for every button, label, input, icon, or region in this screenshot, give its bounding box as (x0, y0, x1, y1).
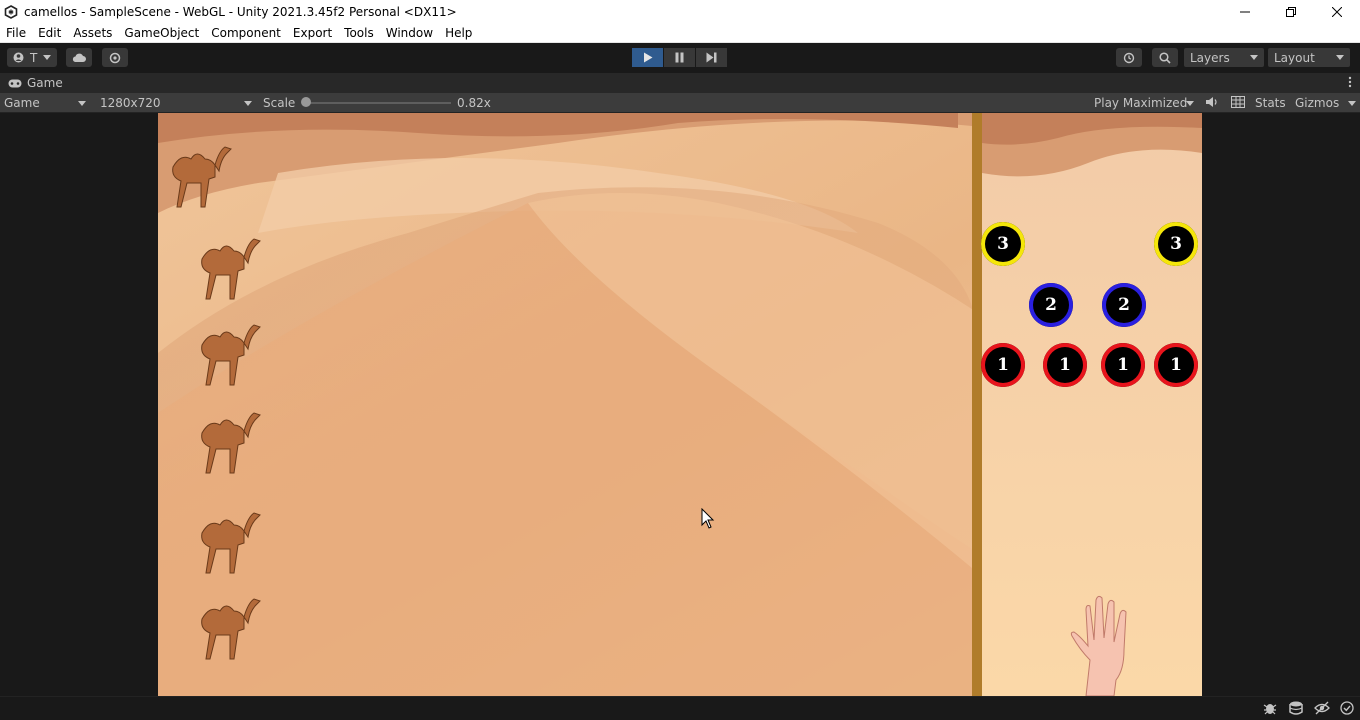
history-icon (1123, 52, 1135, 64)
token-number: 2 (1045, 295, 1057, 315)
menu-assets[interactable]: Assets (67, 26, 118, 40)
mute-audio-icon[interactable] (1205, 96, 1219, 108)
title-bar: camellos - SampleScene - WebGL - Unity 2… (0, 0, 1360, 23)
token-1[interactable]: 1 (1154, 343, 1198, 387)
token-number: 3 (997, 234, 1009, 254)
camel-icon (201, 324, 261, 386)
mouse-cursor-icon (701, 508, 715, 529)
menu-gameobject[interactable]: GameObject (118, 26, 205, 40)
scale-value: 0.82x (457, 96, 491, 110)
token-number: 3 (1170, 234, 1182, 254)
token-1[interactable]: 1 (981, 343, 1025, 387)
token-1[interactable]: 1 (1101, 343, 1145, 387)
display-label: Game (4, 96, 40, 110)
resolution-dropdown[interactable]: 1280x720 (96, 94, 256, 112)
play-controls (632, 48, 727, 67)
token-number: 1 (1170, 355, 1182, 375)
close-button[interactable] (1314, 0, 1360, 23)
bug-icon[interactable] (1262, 701, 1278, 715)
play-mode-dropdown[interactable]: Play Maximized (1090, 94, 1198, 112)
tab-game[interactable]: Game (0, 73, 63, 93)
menu-export[interactable]: Export (287, 26, 338, 40)
play-icon (643, 52, 653, 63)
chevron-down-icon (78, 101, 86, 106)
scale-slider-handle[interactable] (301, 97, 311, 107)
menu-edit[interactable]: Edit (32, 26, 67, 40)
account-dropdown[interactable]: T (7, 48, 57, 67)
chevron-down-icon (1186, 101, 1194, 106)
token-3[interactable]: 3 (1154, 222, 1198, 266)
camel-icon (201, 512, 261, 574)
search-icon (1159, 51, 1171, 64)
chevron-down-icon (244, 101, 252, 106)
more-options-icon[interactable] (1348, 76, 1352, 91)
menu-bar: File Edit Assets GameObject Component Ex… (0, 23, 1360, 43)
camel-icon (201, 238, 261, 300)
hand-icon (1070, 595, 1127, 696)
menu-help[interactable]: Help (439, 26, 478, 40)
token-2[interactable]: 2 (1029, 283, 1073, 327)
database-icon[interactable] (1288, 701, 1304, 715)
camel-icon (172, 146, 232, 208)
menu-file[interactable]: File (0, 26, 32, 40)
stats-toggle[interactable]: Stats (1255, 96, 1286, 110)
unity-logo-icon (4, 4, 18, 19)
chevron-down-icon (43, 55, 52, 60)
gear-icon (109, 52, 121, 64)
menu-component[interactable]: Component (205, 26, 287, 40)
camel-icon (201, 598, 261, 660)
chevron-down-icon (1250, 55, 1258, 60)
account-icon (13, 52, 24, 63)
history-button[interactable] (1116, 48, 1142, 67)
menu-window[interactable]: Window (380, 26, 439, 40)
collab-button[interactable] (102, 48, 128, 67)
step-icon (706, 52, 717, 63)
grid-icon[interactable] (1231, 96, 1245, 108)
finish-pole (972, 113, 982, 696)
minimize-button[interactable] (1222, 0, 1268, 23)
layers-dropdown[interactable]: Layers (1184, 48, 1264, 67)
menu-tools[interactable]: Tools (338, 26, 380, 40)
window-title: camellos - SampleScene - WebGL - Unity 2… (24, 4, 457, 19)
chevron-down-icon (1348, 101, 1356, 106)
tab-game-label: Game (27, 76, 63, 90)
scale-label: Scale (263, 96, 296, 110)
cloud-button[interactable] (66, 48, 92, 67)
camel-icon (201, 412, 261, 474)
play-button[interactable] (632, 48, 663, 67)
account-label: T (30, 50, 38, 65)
token-3[interactable]: 3 (981, 222, 1025, 266)
maximize-button[interactable] (1268, 0, 1314, 23)
token-number: 2 (1118, 295, 1130, 315)
gizmos-dropdown[interactable]: Gizmos (1291, 94, 1360, 112)
chevron-down-icon (1336, 55, 1344, 60)
pause-icon (675, 52, 684, 63)
check-circle-icon[interactable] (1340, 701, 1354, 715)
layers-label: Layers (1190, 50, 1230, 65)
layout-dropdown[interactable]: Layout (1268, 48, 1350, 67)
layout-label: Layout (1274, 50, 1315, 65)
token-number: 1 (1059, 355, 1071, 375)
play-mode-label: Play Maximized (1094, 96, 1188, 110)
token-number: 1 (997, 355, 1009, 375)
token-number: 1 (1117, 355, 1129, 375)
visibility-off-icon[interactable] (1314, 701, 1330, 715)
display-dropdown[interactable]: Game (0, 94, 90, 112)
gamepad-icon (8, 79, 22, 88)
step-button[interactable] (696, 48, 727, 67)
resolution-label: 1280x720 (100, 96, 161, 110)
search-button[interactable] (1152, 48, 1178, 67)
scale-slider-track[interactable] (305, 102, 451, 104)
game-canvas[interactable]: 3 3 2 2 1 1 1 1 (158, 113, 1202, 696)
cloud-icon (72, 53, 86, 63)
desert-background (158, 113, 1202, 696)
token-2[interactable]: 2 (1102, 283, 1146, 327)
gizmos-label: Gizmos (1295, 96, 1340, 110)
status-bar (0, 696, 1360, 720)
pause-button[interactable] (664, 48, 695, 67)
game-tab-bar: Game (0, 73, 1360, 93)
game-view-controls: Game 1280x720 Scale 0.82x Play Maximized… (0, 93, 1360, 113)
token-1[interactable]: 1 (1043, 343, 1087, 387)
